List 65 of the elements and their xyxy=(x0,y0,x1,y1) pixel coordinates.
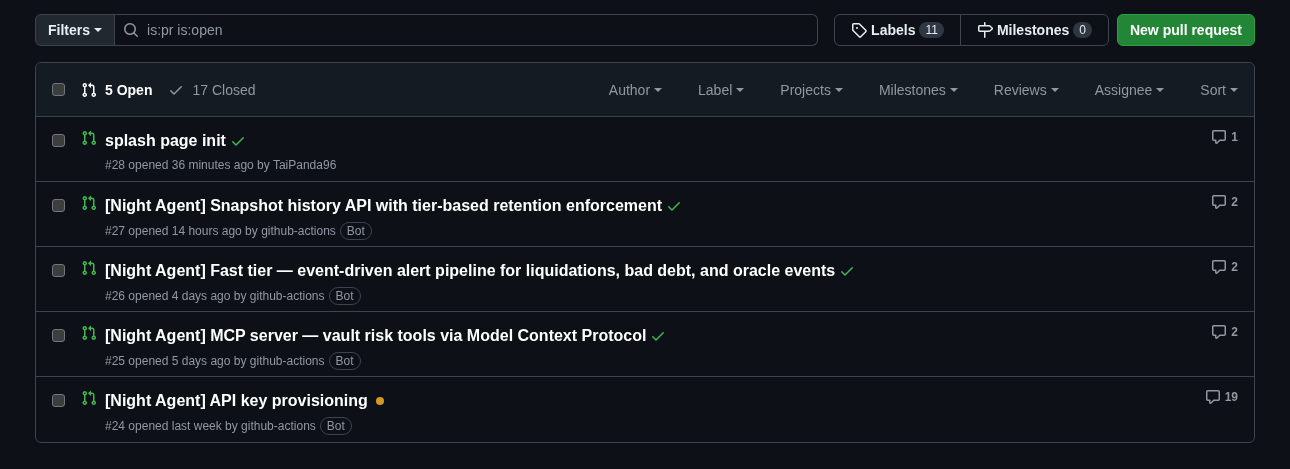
pull-request-title[interactable]: [Night Agent] Snapshot history API with tier-based retention enforcement xyxy=(105,194,663,218)
state-tab[interactable]: 17 Closed xyxy=(168,79,256,100)
caret-icon xyxy=(1230,87,1238,92)
filter-dropdown[interactable]: Label xyxy=(698,79,745,100)
comments-link[interactable]: 2 xyxy=(1211,259,1238,311)
signpost-icon xyxy=(976,22,993,38)
pull-request-title[interactable]: [Night Agent] Fast tier — event-driven alert pipeline for liquidations, bad debt, and oracle events xyxy=(105,259,836,283)
comment-icon xyxy=(1211,129,1228,145)
caret-icon xyxy=(834,87,843,92)
count-badge: 0 xyxy=(1073,22,1092,38)
filter-dropdown[interactable]: Author xyxy=(608,79,663,100)
milestones-button[interactable]: Milestones 0 xyxy=(960,15,1108,45)
pull-request-icon xyxy=(81,195,97,211)
caret-icon xyxy=(1050,87,1059,92)
pull-request-row[interactable]: [Night Agent] API key provisioning #24 opened last week by github-actions Bot 19 xyxy=(36,377,1254,442)
filter-dropdown[interactable]: Reviews xyxy=(993,79,1059,100)
filter-dropdown[interactable]: Sort xyxy=(1200,79,1238,100)
pull-request-title[interactable]: [Night Agent] MCP server — vault risk tools via Model Context Protocol xyxy=(105,324,647,348)
comments-link[interactable]: 2 xyxy=(1211,324,1238,376)
filters-button[interactable]: Filters xyxy=(35,14,115,46)
comment-icon xyxy=(1204,389,1221,405)
filter-dropdown[interactable]: Milestones xyxy=(878,79,958,100)
pull-request-meta: #27 opened 14 hours ago by github-actions xyxy=(105,223,336,239)
comments-link[interactable]: 2 xyxy=(1211,194,1238,246)
pull-request-title[interactable]: splash page init xyxy=(105,129,226,153)
checkbox[interactable] xyxy=(52,264,65,277)
pull-request-title[interactable]: [Night Agent] API key provisioning xyxy=(105,389,368,413)
pull-request-meta: #24 opened last week by github-actions xyxy=(105,418,316,434)
comment-icon xyxy=(1211,194,1228,210)
pull-request-row[interactable]: [Night Agent] Snapshot history API with tier-based retention enforcement #27 opened 14 hours ago by github-actions Bot 2 xyxy=(36,182,1254,247)
pull-request-icon xyxy=(81,260,97,276)
comments-link[interactable]: 19 xyxy=(1204,389,1238,442)
pull-request-row[interactable]: [Night Agent] Fast tier — event-driven alert pipeline for liquidations, bad debt, and oracle events #26 opened 4 days ago by github-actions Bot 2 xyxy=(36,247,1254,312)
checkbox[interactable] xyxy=(52,329,65,342)
caret-icon xyxy=(736,87,745,92)
pull-request-icon xyxy=(81,130,97,146)
labels-button[interactable]: Labels 11 xyxy=(835,15,961,45)
new-pull-request-button[interactable]: New pull request xyxy=(1116,14,1255,46)
comment-icon xyxy=(1211,259,1228,275)
pull-request-meta: #28 opened 36 minutes ago by TaiPanda96 xyxy=(105,157,337,173)
caret-icon xyxy=(1156,87,1165,92)
pull-request-icon xyxy=(81,390,97,406)
filter-dropdown[interactable]: Assignee xyxy=(1094,79,1165,100)
caret-icon xyxy=(94,28,102,32)
pull-request-icon xyxy=(81,325,97,341)
comments-link[interactable]: 1 xyxy=(1211,129,1238,181)
comment-icon xyxy=(1211,324,1228,340)
caret-icon xyxy=(654,87,663,92)
filter-dropdown[interactable]: Projects xyxy=(780,79,843,100)
search-icon xyxy=(123,22,139,38)
checkbox[interactable] xyxy=(52,394,65,407)
checkbox[interactable] xyxy=(52,199,65,212)
caret-icon xyxy=(949,87,958,92)
count-badge: 11 xyxy=(919,22,944,38)
pull-request-row[interactable]: [Night Agent] MCP server — vault risk tools via Model Context Protocol #25 opened 5 days ago by github-actions Bot 2 xyxy=(36,312,1254,377)
checkbox[interactable] xyxy=(52,134,65,147)
tag-icon xyxy=(851,22,868,38)
checkbox[interactable] xyxy=(52,83,65,96)
pull-request-icon xyxy=(81,81,97,98)
pull-request-meta: #25 opened 5 days ago by github-actions xyxy=(105,353,325,369)
search-field[interactable]: is:pr is:open xyxy=(147,20,810,40)
state-tab[interactable]: 5 Open xyxy=(81,79,153,100)
search-bar[interactable]: is:pr is:open xyxy=(115,14,819,46)
pull-request-meta: #26 opened 4 days ago by github-actions xyxy=(105,288,325,304)
pull-request-row[interactable]: splash page init #28 opened 36 minutes ago by TaiPanda96 1 xyxy=(36,117,1254,182)
